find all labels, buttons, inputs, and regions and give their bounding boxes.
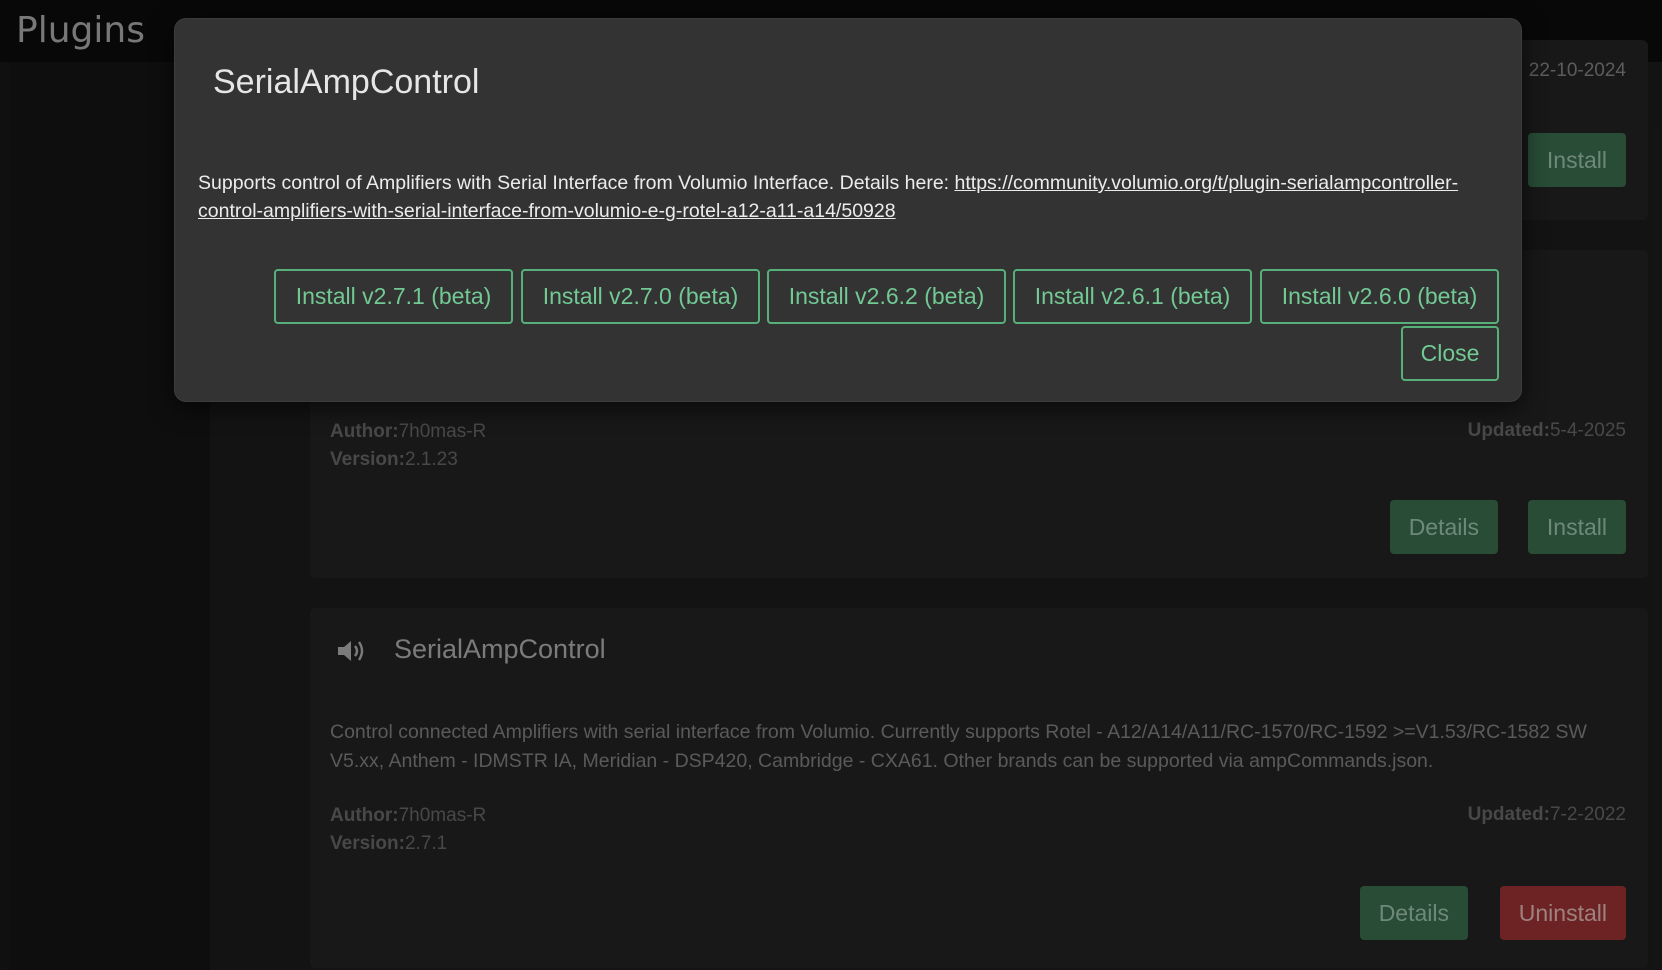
plugin-details-modal: SerialAmpControl Supports control of Amp… <box>174 18 1522 402</box>
modal-title: SerialAmpControl <box>213 63 480 101</box>
install-version-button[interactable]: Install v2.7.1 (beta) <box>274 269 513 324</box>
modal-description: Supports control of Amplifiers with Seri… <box>198 169 1508 225</box>
install-version-button[interactable]: Install v2.6.1 (beta) <box>1013 269 1252 324</box>
install-version-button[interactable]: Install v2.6.2 (beta) <box>767 269 1006 324</box>
close-button[interactable]: Close <box>1401 326 1499 381</box>
install-version-button[interactable]: Install v2.7.0 (beta) <box>521 269 760 324</box>
modal-description-text: Supports control of Amplifiers with Seri… <box>198 172 955 194</box>
install-version-button[interactable]: Install v2.6.0 (beta) <box>1260 269 1499 324</box>
